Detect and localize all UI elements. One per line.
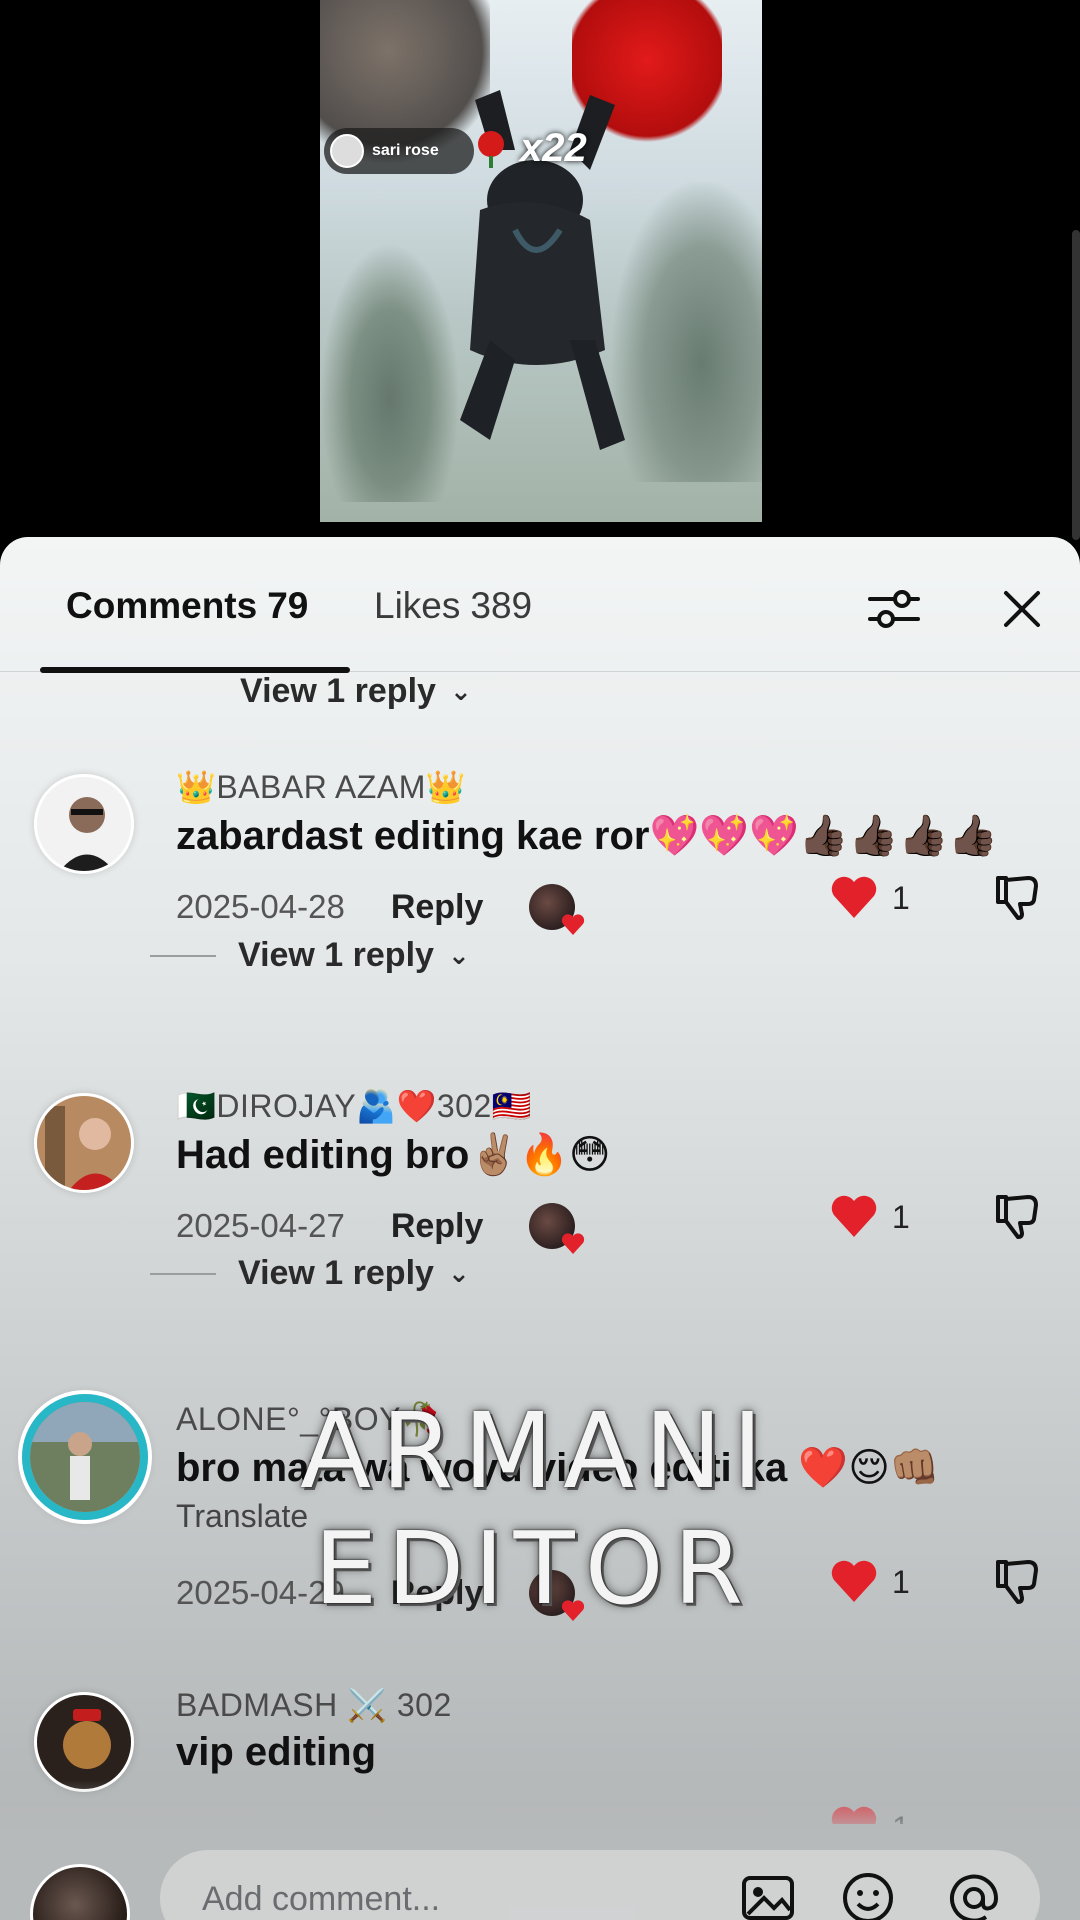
gifter-avatar [330, 134, 364, 168]
side-edge [1072, 230, 1080, 540]
tab-comments[interactable]: Comments 79 [66, 585, 308, 627]
avatar-image [37, 1096, 131, 1190]
comment-text: bro mata wa woyu video editi ka ❤️😌👊🏽 [176, 1446, 940, 1490]
emoji-icon[interactable] [840, 1870, 896, 1920]
comment-username[interactable]: 👑BABAR AZAM👑 [176, 768, 466, 806]
avatar-image [37, 1695, 131, 1789]
comment-meta: 2025-04-29 Reply [176, 1570, 585, 1621]
reply-button[interactable]: Reply [391, 1207, 484, 1246]
heart-icon [831, 1560, 877, 1602]
image-icon[interactable] [740, 1870, 796, 1920]
gift-count: x22 [520, 126, 587, 170]
dislike-button[interactable] [992, 1191, 1042, 1246]
creator-liked-avatar [529, 884, 585, 935]
chevron-down-icon: ⌄ [447, 1258, 470, 1288]
heart-icon [831, 876, 877, 918]
comment-text: vip editing [176, 1730, 376, 1774]
view-replies-button[interactable]: View 1 reply ⌄ [150, 936, 470, 975]
heart-icon [831, 1195, 877, 1237]
comment-date: 2025-04-28 [176, 888, 345, 925]
comment-username[interactable]: BADMASH ⚔️ 302 [176, 1686, 452, 1724]
tab-indicator [40, 667, 350, 673]
like-button[interactable]: 1 [830, 1195, 910, 1239]
comment-date: 2025-04-29 [176, 1574, 345, 1611]
tab-comments-count: 79 [267, 585, 309, 626]
like-count: 1 [892, 1563, 910, 1600]
comment-input-placeholder: Add comment... [202, 1880, 441, 1918]
reply-button[interactable]: Reply [391, 888, 484, 927]
dislike-icon [996, 876, 1038, 920]
tab-likes[interactable]: Likes 389 [374, 585, 532, 627]
close-button[interactable] [990, 577, 1054, 641]
heart-icon [562, 1233, 585, 1254]
chevron-down-icon: ⌄ [449, 676, 472, 706]
comment-input-bar: Add comment... [0, 1830, 1080, 1920]
like-button[interactable]: 1 [830, 1560, 910, 1604]
filter-icon [868, 590, 920, 628]
dislike-button[interactable] [992, 1556, 1042, 1611]
view-replies-label: View 1 reply [238, 1254, 434, 1292]
tab-likes-label: Likes [374, 585, 461, 626]
like-count: 1 [892, 879, 910, 916]
dislike-icon [996, 1560, 1038, 1604]
sheet-header: Comments 79 Likes 389 [0, 537, 1080, 672]
my-avatar [30, 1864, 130, 1920]
comment-text: zabardast editing kae ror💖💖💖👍🏿👍🏿👍🏿👍🏿 [176, 814, 999, 858]
like-count: 1 [892, 1198, 910, 1235]
comment-username[interactable]: 🇵🇰DIROJAY🫂❤️302🇲🇾 [176, 1087, 532, 1125]
divider [150, 1272, 216, 1275]
avatar[interactable] [34, 774, 134, 874]
close-icon [1004, 591, 1040, 627]
comment-date: 2025-04-27 [176, 1207, 345, 1244]
comment-input[interactable]: Add comment... [160, 1850, 1040, 1920]
like-button[interactable]: 1 [830, 876, 910, 920]
gifter-name: sari rose [372, 142, 439, 159]
avatar[interactable] [22, 1394, 148, 1520]
view-replies-button[interactable]: View 1 reply ⌄ [150, 1254, 470, 1293]
comments-sheet: Comments 79 Likes 389 View 1 reply ⌄ 👑BA… [0, 537, 1080, 1920]
rose-gift-icon [478, 131, 504, 168]
mention-icon[interactable] [946, 1870, 1002, 1920]
avatar[interactable] [34, 1093, 134, 1193]
comment-item: ALONE°_°BOY🥀 bro mata wa woyu video edit… [0, 1394, 1080, 1634]
view-replies-label: View 1 reply [240, 674, 436, 710]
heart-icon [562, 1600, 585, 1621]
avatar[interactable] [34, 1692, 134, 1792]
chevron-down-icon: ⌄ [447, 940, 470, 970]
view-replies-label: View 1 reply [238, 936, 434, 974]
dislike-icon [996, 1195, 1038, 1239]
avatar-image [30, 1402, 140, 1512]
comment-meta: 2025-04-27 Reply [176, 1203, 585, 1254]
tab-comments-label: Comments [66, 585, 258, 626]
creator-liked-avatar [529, 1570, 585, 1621]
video-frame[interactable]: sari rose x22 [320, 0, 762, 522]
tab-likes-count: 389 [470, 585, 533, 626]
filter-button[interactable] [862, 577, 926, 641]
heart-icon [562, 914, 585, 935]
reply-button[interactable]: Reply [391, 1574, 484, 1613]
comment-username[interactable]: ALONE°_°BOY🥀 [176, 1400, 441, 1438]
video-area[interactable]: sari rose x22 [0, 0, 1080, 540]
translate-link[interactable]: Translate [176, 1498, 308, 1535]
comment-meta: 2025-04-28 Reply [176, 884, 585, 935]
comment-text: Had editing bro✌🏽🔥😳 [176, 1133, 611, 1177]
avatar-image [37, 777, 131, 871]
comment-list[interactable]: View 1 reply ⌄ 👑BABAR AZAM👑 zabardast ed… [0, 674, 1080, 1824]
view-replies-button[interactable]: View 1 reply ⌄ [240, 674, 472, 711]
live-gift-pill: sari rose [324, 128, 474, 174]
creator-liked-avatar [529, 1203, 585, 1254]
divider [150, 954, 216, 957]
dislike-button[interactable] [992, 872, 1042, 927]
